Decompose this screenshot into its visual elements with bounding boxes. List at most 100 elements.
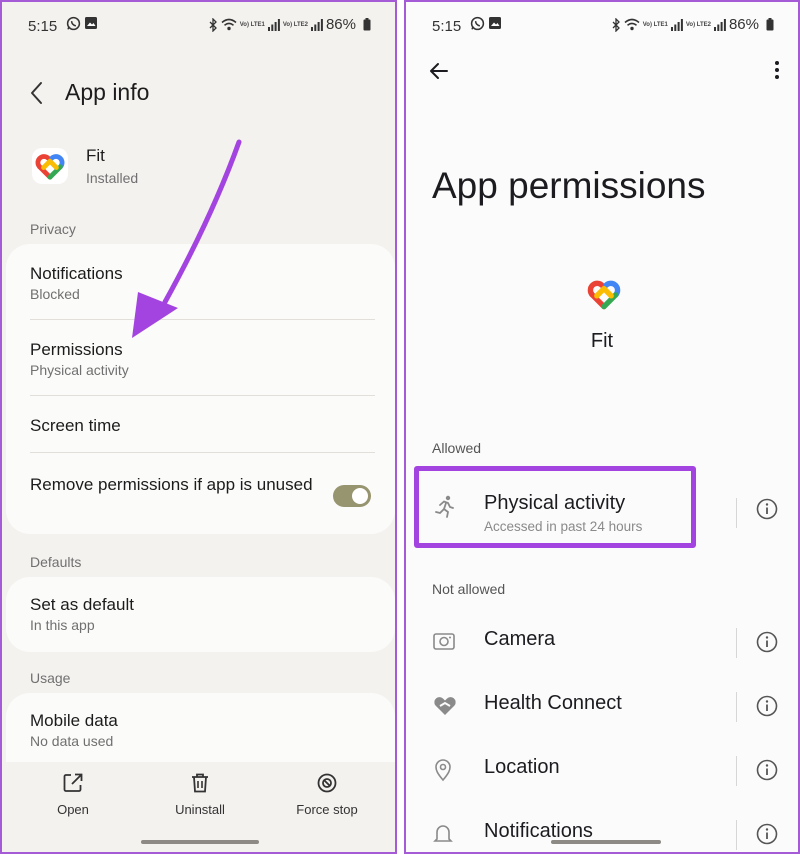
separator	[736, 820, 737, 850]
set-as-default-row[interactable]: Set as default In this app	[30, 593, 373, 633]
separator	[736, 498, 737, 528]
bell-icon	[432, 822, 454, 851]
app-install-status: Installed	[86, 170, 139, 186]
home-indicator	[141, 840, 259, 844]
signal-icon	[713, 18, 726, 31]
row-subtitle: Blocked	[30, 286, 80, 302]
highlight-box	[414, 466, 696, 548]
open-button[interactable]: Open	[33, 772, 113, 817]
app-name: Fit	[590, 330, 614, 352]
network-2-label: Vo) LTE2	[282, 21, 308, 28]
row-title: Permissions	[30, 340, 123, 359]
camera-icon	[432, 630, 456, 657]
row-subtitle: Physical activity	[30, 362, 129, 378]
row-subtitle: No data used	[30, 733, 114, 749]
toggle-knob	[352, 488, 368, 504]
remove-permissions-toggle[interactable]	[333, 485, 371, 507]
uninstall-button[interactable]: Uninstall	[160, 772, 240, 817]
network-1-label: Vo) LTE1	[239, 21, 265, 28]
back-arrow-icon[interactable]	[428, 60, 450, 87]
permission-label: Health Connect	[484, 692, 622, 714]
row-title: Remove permissions if app is unused	[30, 475, 313, 494]
battery-icon	[363, 18, 371, 31]
permission-label: Camera	[484, 628, 556, 650]
section-usage: Usage	[30, 670, 71, 686]
page-title: App permissions	[432, 165, 706, 206]
wifi-icon	[221, 18, 237, 31]
system-status-icons: Vo) LTE1 Vo) LTE2 86%	[209, 16, 371, 33]
info-icon[interactable]	[756, 759, 778, 786]
separator	[736, 628, 737, 658]
notifications-row[interactable]: Notifications Blocked	[30, 262, 373, 302]
row-title: Mobile data	[30, 711, 118, 730]
trash-icon	[192, 773, 208, 793]
row-subtitle: In this app	[30, 617, 95, 633]
info-icon[interactable]	[756, 498, 778, 525]
signal-icon	[310, 18, 323, 31]
more-options-icon[interactable]	[774, 60, 780, 85]
row-title: Screen time	[30, 416, 121, 435]
open-label: Open	[57, 802, 89, 817]
divider	[30, 395, 375, 396]
separator	[736, 756, 737, 786]
home-indicator	[551, 840, 661, 844]
permission-row-notifications[interactable]: Notifications	[406, 806, 798, 852]
battery-percent: 86%	[728, 16, 759, 33]
bluetooth-icon	[209, 17, 217, 32]
defaults-card: Set as default In this app	[6, 577, 395, 652]
page-title: App info	[65, 79, 150, 105]
back-chevron-icon[interactable]	[26, 80, 48, 111]
whatsapp-icon	[66, 16, 81, 35]
bluetooth-icon	[612, 17, 620, 32]
system-status-icons: Vo) LTE1 Vo) LTE2 86%	[612, 16, 774, 33]
location-pin-icon	[432, 758, 454, 787]
wifi-icon	[624, 18, 640, 31]
uninstall-label: Uninstall	[175, 802, 225, 817]
status-time: 5:15	[28, 18, 58, 35]
info-icon[interactable]	[756, 695, 778, 722]
force-stop-label: Force stop	[296, 802, 358, 817]
mobile-data-row[interactable]: Mobile data No data used	[30, 709, 373, 749]
section-defaults: Defaults	[30, 554, 82, 570]
battery-icon	[766, 18, 774, 31]
privacy-card: Notifications Blocked Permissions Physic…	[6, 244, 395, 534]
status-bar: 5:15 Vo) LTE1 Vo) LTE2 86%	[406, 2, 798, 52]
app-name: Fit	[86, 146, 105, 165]
divider	[30, 319, 375, 320]
permission-row-camera[interactable]: Camera	[406, 614, 798, 670]
fit-app-icon	[32, 148, 68, 184]
screen-time-row[interactable]: Screen time	[30, 414, 373, 438]
gallery-icon	[84, 16, 98, 34]
app-permissions-screen: 5:15 Vo) LTE1 Vo) LTE2 86% App permissio…	[404, 0, 800, 854]
permission-row-location[interactable]: Location	[406, 742, 798, 798]
app-info-screen: 5:15 Vo) LTE1 Vo) LTE2 86% App info Fit …	[0, 0, 397, 854]
whatsapp-icon	[470, 16, 485, 35]
signal-icon	[670, 18, 683, 31]
gallery-icon	[488, 16, 502, 34]
info-icon[interactable]	[756, 631, 778, 658]
row-title: Notifications	[30, 264, 123, 283]
remove-permissions-row[interactable]: Remove permissions if app is unused	[30, 473, 315, 497]
block-icon	[317, 773, 337, 793]
row-title: Set as default	[30, 595, 134, 614]
section-allowed: Allowed	[432, 440, 482, 456]
open-external-icon	[63, 773, 83, 792]
permission-row-health-connect[interactable]: Health Connect	[406, 678, 798, 734]
permission-label: Location	[484, 756, 560, 778]
status-bar: 5:15 Vo) LTE1 Vo) LTE2 86%	[2, 2, 395, 52]
section-not-allowed: Not allowed	[432, 581, 506, 597]
status-time: 5:15	[432, 18, 462, 35]
fit-app-icon	[586, 276, 622, 317]
divider	[30, 452, 375, 453]
battery-percent: 86%	[325, 16, 356, 33]
health-connect-icon	[432, 694, 458, 723]
separator	[736, 692, 737, 722]
force-stop-button[interactable]: Force stop	[287, 772, 367, 817]
signal-icon	[267, 18, 280, 31]
network-2-label: Vo) LTE2	[685, 21, 711, 28]
section-privacy: Privacy	[30, 221, 76, 237]
bottom-action-bar: Open Uninstall Force stop	[2, 762, 395, 852]
permissions-row[interactable]: Permissions Physical activity	[30, 338, 373, 378]
info-icon[interactable]	[756, 823, 778, 850]
network-1-label: Vo) LTE1	[642, 21, 668, 28]
